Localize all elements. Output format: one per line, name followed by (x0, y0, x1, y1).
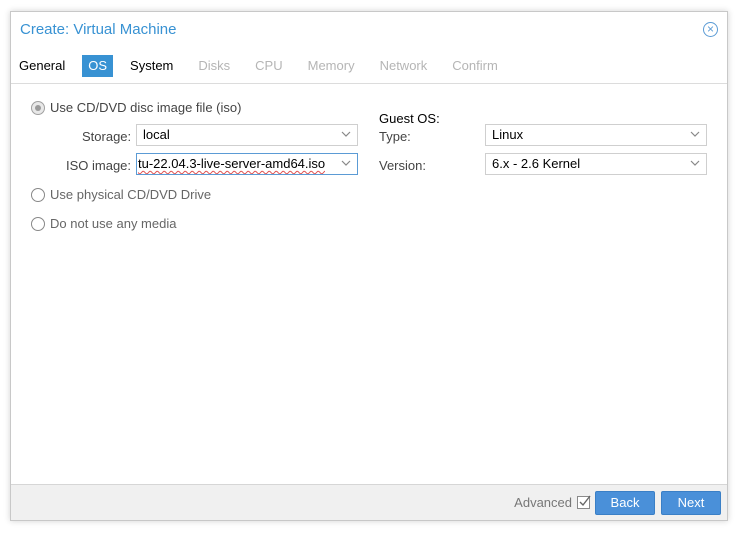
storage-value: local (143, 127, 170, 142)
guest-os-heading: Guest OS: (379, 111, 440, 126)
advanced-label: Advanced (514, 495, 572, 510)
tab-os[interactable]: OS (82, 55, 114, 77)
iso-image-select[interactable]: tu-22.04.3-live-server-amd64.iso (136, 153, 358, 175)
create-vm-dialog: Create: Virtual Machine × General OS Sys… (10, 11, 728, 521)
radio-physical-button[interactable] (31, 187, 45, 202)
chevron-down-icon (690, 131, 700, 137)
type-label: Type: (379, 129, 411, 144)
radio-use-iso[interactable]: Use CD/DVD disc image file (iso) (31, 100, 241, 115)
iso-image-label: ISO image: (66, 158, 132, 173)
dialog-title: Create: Virtual Machine (20, 21, 177, 38)
tab-system[interactable]: System (130, 55, 173, 77)
tab-general[interactable]: General (19, 55, 65, 77)
advanced-toggle[interactable]: Advanced (514, 495, 591, 510)
radio-physical-label: Use physical CD/DVD Drive (50, 187, 212, 202)
radio-iso-button[interactable] (31, 100, 45, 115)
radio-none-label: Do not use any media (50, 216, 177, 231)
tab-disks: Disks (198, 58, 231, 73)
tab-memory: Memory (307, 58, 355, 73)
iso-image-value: tu-22.04.3-live-server-amd64.iso (138, 156, 326, 171)
radio-none-button[interactable] (31, 216, 45, 231)
chevron-down-icon (341, 131, 351, 137)
os-version-select[interactable]: 6.x - 2.6 Kernel (485, 153, 707, 175)
wizard-tabs: General OS System Disks CPU Memory Netwo… (19, 54, 523, 78)
advanced-checkbox[interactable] (577, 495, 591, 509)
version-label: Version: (379, 158, 426, 173)
tab-confirm: Confirm (452, 58, 498, 73)
next-button[interactable]: Next (661, 491, 721, 515)
chevron-down-icon (690, 160, 700, 166)
tab-network: Network (379, 58, 428, 73)
radio-no-media[interactable]: Do not use any media (31, 216, 176, 231)
radio-iso-label: Use CD/DVD disc image file (iso) (50, 100, 242, 115)
checkmark-icon (579, 495, 591, 507)
dialog-footer: Advanced Back Next (11, 484, 727, 520)
storage-label: Storage: (82, 129, 132, 144)
close-icon[interactable]: × (703, 22, 718, 37)
tab-cpu: CPU (255, 58, 283, 73)
os-panel: Use CD/DVD disc image file (iso) Storage… (11, 84, 727, 485)
os-type-select[interactable]: Linux (485, 124, 707, 146)
storage-select[interactable]: local (136, 124, 358, 146)
os-type-value: Linux (492, 127, 524, 142)
back-button[interactable]: Back (595, 491, 655, 515)
chevron-down-icon (341, 160, 351, 166)
os-version-value: 6.x - 2.6 Kernel (492, 156, 581, 171)
radio-use-physical[interactable]: Use physical CD/DVD Drive (31, 187, 211, 202)
